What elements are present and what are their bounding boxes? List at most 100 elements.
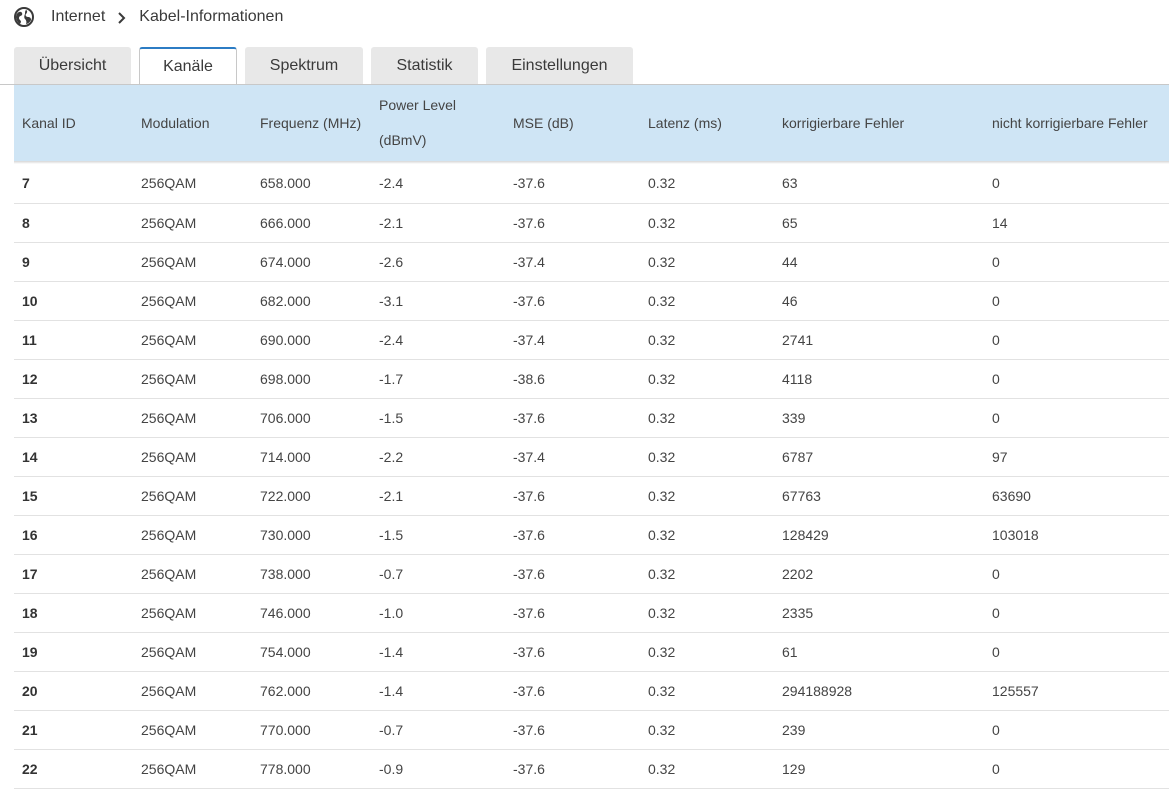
column-header-frequency: Frequenz (MHz) bbox=[260, 114, 362, 131]
cell-mse: -37.4 bbox=[513, 253, 545, 270]
cell-uncorrectable: 103018 bbox=[992, 526, 1039, 543]
cell-correctable: 46 bbox=[782, 292, 798, 309]
cell-mse: -37.6 bbox=[513, 760, 545, 777]
tab-einstellungen[interactable]: Einstellungen bbox=[486, 47, 633, 84]
cell-uncorrectable: 14 bbox=[992, 214, 1008, 231]
cell-uncorrectable: 0 bbox=[992, 565, 1000, 582]
tab-spektrum[interactable]: Spektrum bbox=[245, 47, 363, 84]
cell-id: 14 bbox=[22, 448, 38, 465]
channel-table-container: Kanal ID Modulation Frequenz (MHz) Power… bbox=[14, 85, 1169, 789]
cell-correctable: 6787 bbox=[782, 448, 814, 465]
cell-mse: -37.6 bbox=[513, 214, 545, 231]
tab-statistik[interactable]: Statistik bbox=[371, 47, 478, 84]
cell-id: 19 bbox=[22, 643, 38, 660]
cell-frequency: 738.000 bbox=[260, 565, 311, 582]
cell-id: 9 bbox=[22, 253, 30, 270]
cell-frequency: 722.000 bbox=[260, 487, 311, 504]
globe-icon bbox=[14, 7, 34, 27]
cell-correctable: 239 bbox=[782, 721, 806, 738]
cell-frequency: 730.000 bbox=[260, 526, 311, 543]
cell-power: -1.5 bbox=[379, 409, 404, 426]
cell-modulation: 256QAM bbox=[141, 253, 197, 270]
cell-power: -3.1 bbox=[379, 292, 404, 309]
cell-frequency: 778.000 bbox=[260, 760, 311, 777]
tab-kanaele[interactable]: Kanäle bbox=[139, 47, 237, 85]
cell-modulation: 256QAM bbox=[141, 643, 197, 660]
table-row: 16 256QAM 730.000 -1.5 -37.6 0.32 128429 103018 bbox=[14, 515, 1169, 554]
cell-power: -0.7 bbox=[379, 565, 404, 582]
cell-mse: -37.6 bbox=[513, 175, 545, 192]
column-header-power: Power Level (dBmV) bbox=[371, 85, 505, 161]
column-header-power-line1: Power Level bbox=[379, 97, 457, 113]
cell-latency: 0.32 bbox=[648, 175, 676, 192]
cell-power: -2.4 bbox=[379, 175, 404, 192]
column-header-mse: MSE (dB) bbox=[513, 114, 574, 131]
table-row: 14 256QAM 714.000 -2.2 -37.4 0.32 6787 97 bbox=[14, 437, 1169, 476]
cell-mse: -37.6 bbox=[513, 604, 545, 621]
cell-frequency: 714.000 bbox=[260, 448, 311, 465]
cell-correctable: 63 bbox=[782, 175, 798, 192]
cell-id: 13 bbox=[22, 409, 38, 426]
cell-latency: 0.32 bbox=[648, 721, 676, 738]
cell-correctable: 129 bbox=[782, 760, 806, 777]
column-header-latency: Latenz (ms) bbox=[648, 114, 722, 131]
cell-frequency: 690.000 bbox=[260, 331, 311, 348]
cell-mse: -37.6 bbox=[513, 721, 545, 738]
cell-modulation: 256QAM bbox=[141, 604, 197, 621]
cell-uncorrectable: 0 bbox=[992, 409, 1000, 426]
cell-modulation: 256QAM bbox=[141, 448, 197, 465]
cell-uncorrectable: 0 bbox=[992, 604, 1000, 621]
table-row: 13 256QAM 706.000 -1.5 -37.6 0.32 339 0 bbox=[14, 398, 1169, 437]
cell-correctable: 67763 bbox=[782, 487, 821, 504]
cell-power: -1.5 bbox=[379, 526, 404, 543]
cell-modulation: 256QAM bbox=[141, 409, 197, 426]
cell-modulation: 256QAM bbox=[141, 331, 197, 348]
cell-frequency: 762.000 bbox=[260, 682, 311, 699]
breadcrumb-current: Kabel-Informationen bbox=[139, 8, 284, 25]
cell-id: 7 bbox=[22, 175, 30, 192]
cell-id: 8 bbox=[22, 214, 30, 231]
cell-power: -2.6 bbox=[379, 253, 404, 270]
cell-power: -2.4 bbox=[379, 331, 404, 348]
cell-power: -2.2 bbox=[379, 448, 404, 465]
cell-uncorrectable: 0 bbox=[992, 643, 1000, 660]
cell-correctable: 4118 bbox=[782, 370, 813, 387]
cell-correctable: 128429 bbox=[782, 526, 829, 543]
cell-correctable: 2741 bbox=[782, 331, 814, 348]
cell-power: -1.0 bbox=[379, 604, 404, 621]
cell-latency: 0.32 bbox=[648, 292, 676, 309]
cell-uncorrectable: 0 bbox=[992, 760, 1000, 777]
cell-correctable: 2202 bbox=[782, 565, 814, 582]
table-row: 11 256QAM 690.000 -2.4 -37.4 0.32 2741 0 bbox=[14, 320, 1169, 359]
cell-latency: 0.32 bbox=[648, 409, 676, 426]
cell-modulation: 256QAM bbox=[141, 682, 197, 699]
cell-modulation: 256QAM bbox=[141, 292, 197, 309]
cell-id: 20 bbox=[22, 682, 38, 699]
table-row: 20 256QAM 762.000 -1.4 -37.6 0.32 294188928 125… bbox=[14, 671, 1169, 710]
cell-mse: -37.4 bbox=[513, 331, 545, 348]
cell-modulation: 256QAM bbox=[141, 175, 197, 192]
cell-correctable: 44 bbox=[782, 253, 798, 270]
cell-modulation: 256QAM bbox=[141, 760, 197, 777]
cell-correctable: 294188928 bbox=[782, 682, 853, 699]
cell-correctable: 2335 bbox=[782, 604, 814, 621]
cell-mse: -37.6 bbox=[513, 292, 545, 309]
table-row: 18 256QAM 746.000 -1.0 -37.6 0.32 2335 0 bbox=[14, 593, 1169, 632]
cell-mse: -37.6 bbox=[513, 526, 545, 543]
tab-uebersicht[interactable]: Übersicht bbox=[14, 47, 131, 84]
cell-latency: 0.32 bbox=[648, 253, 676, 270]
column-header-id: Kanal ID bbox=[22, 114, 76, 131]
column-header-modulation: Modulation bbox=[141, 114, 210, 131]
table-row: 9 256QAM 674.000 -2.6 -37.4 0.32 44 0 bbox=[14, 242, 1169, 281]
table-row: 22 256QAM 778.000 -0.9 -37.6 0.32 129 0 bbox=[14, 749, 1169, 788]
chevron-right-icon bbox=[117, 11, 127, 24]
cell-modulation: 256QAM bbox=[141, 721, 197, 738]
table-row: 17 256QAM 738.000 -0.7 -37.6 0.32 2202 0 bbox=[14, 554, 1169, 593]
cell-latency: 0.32 bbox=[648, 682, 676, 699]
cell-mse: -37.6 bbox=[513, 409, 545, 426]
breadcrumb-root[interactable]: Internet bbox=[51, 8, 105, 26]
cell-id: 12 bbox=[22, 370, 38, 387]
cell-power: -1.4 bbox=[379, 643, 404, 660]
channel-table: Kanal ID Modulation Frequenz (MHz) Power… bbox=[14, 85, 1169, 789]
breadcrumb: Internet Kabel-Informationen bbox=[14, 5, 283, 29]
